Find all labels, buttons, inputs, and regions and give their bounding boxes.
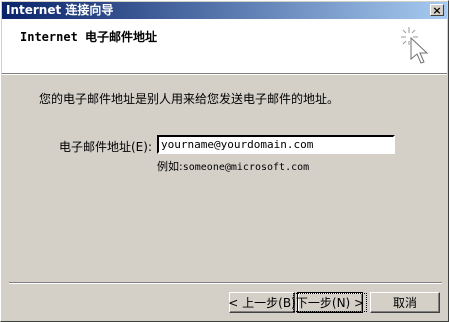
example-prefix: 例如: xyxy=(157,160,183,173)
close-icon: × xyxy=(432,3,442,17)
email-example: 例如:someone@microsoft.com xyxy=(157,158,309,174)
back-button-label: < 上一步(B) xyxy=(228,296,296,310)
email-field[interactable] xyxy=(157,135,395,154)
cancel-button[interactable]: 取消 xyxy=(370,292,440,313)
next-button-label: 下一步(N) > xyxy=(292,293,368,312)
button-divider xyxy=(9,282,442,284)
next-button[interactable]: 下一步(N) > xyxy=(292,292,368,313)
wizard-header: Internet 电子邮件地址 xyxy=(2,19,447,74)
email-label: 电子邮件地址(E): xyxy=(59,140,152,154)
example-address: someone@microsoft.com xyxy=(182,162,310,173)
cancel-button-label: 取消 xyxy=(392,296,417,310)
page-title: Internet 电子邮件地址 xyxy=(20,30,158,44)
close-button[interactable]: × xyxy=(430,4,444,16)
title-bar[interactable]: Internet 连接向导 × xyxy=(2,2,447,19)
header-divider xyxy=(2,74,447,75)
window-title: Internet 连接向导 xyxy=(6,3,114,17)
intro-text: 您的电子邮件地址是别人用来给您发送电子邮件的地址。 xyxy=(39,92,340,106)
wizard-wand-icon xyxy=(401,27,429,64)
wizard-window: Internet 连接向导 × Internet 电子邮件地址 您的电子邮件地址… xyxy=(0,0,449,322)
back-button[interactable]: < 上一步(B) xyxy=(228,292,296,313)
